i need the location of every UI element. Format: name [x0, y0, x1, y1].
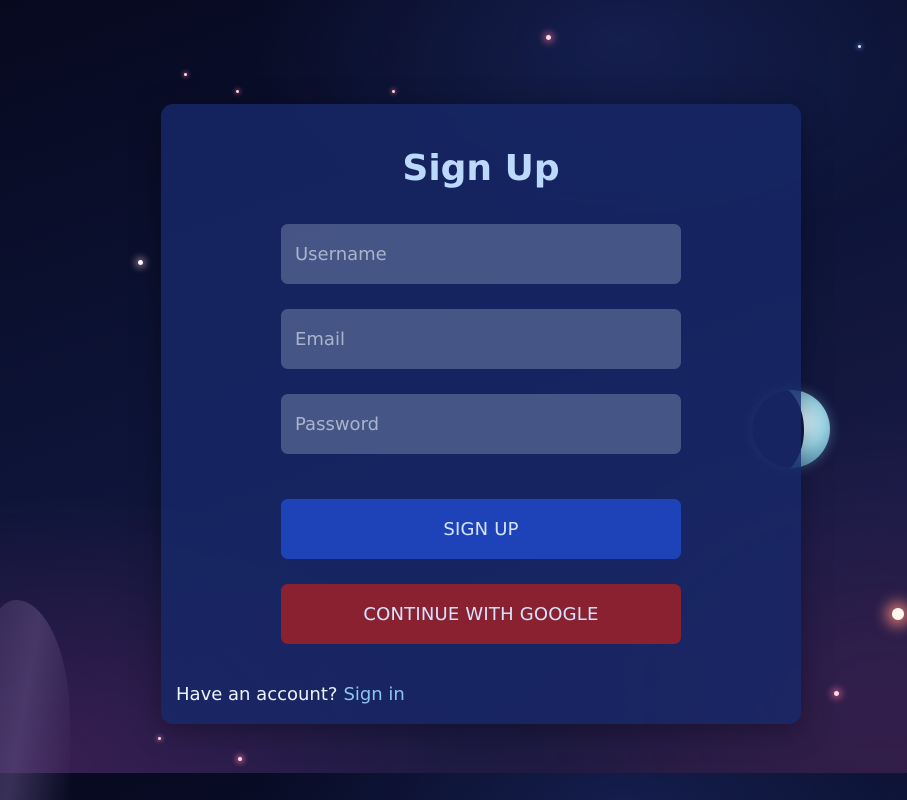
email-input[interactable]	[281, 309, 681, 369]
password-input[interactable]	[281, 394, 681, 454]
star-decoration	[158, 737, 161, 740]
star-decoration	[858, 45, 861, 48]
star-decoration	[392, 90, 395, 93]
signin-prompt: Have an account? Sign in	[176, 684, 405, 706]
star-decoration	[138, 260, 143, 265]
page-title: Sign Up	[402, 148, 560, 189]
sign-up-button[interactable]: SIGN UP	[281, 499, 681, 559]
star-decoration	[892, 608, 904, 620]
star-decoration	[834, 691, 839, 696]
star-decoration	[236, 90, 239, 93]
star-decoration	[184, 73, 187, 76]
star-decoration	[546, 35, 551, 40]
star-decoration	[238, 757, 242, 761]
signin-prompt-text: Have an account?	[176, 684, 338, 705]
continue-with-google-button[interactable]: CONTINUE WITH GOOGLE	[281, 584, 681, 644]
rock-silhouette	[0, 600, 70, 800]
username-input[interactable]	[281, 224, 681, 284]
sign-in-link[interactable]: Sign in	[343, 684, 404, 705]
signup-card: Sign Up SIGN UP CONTINUE WITH GOOGLE Hav…	[161, 104, 801, 724]
